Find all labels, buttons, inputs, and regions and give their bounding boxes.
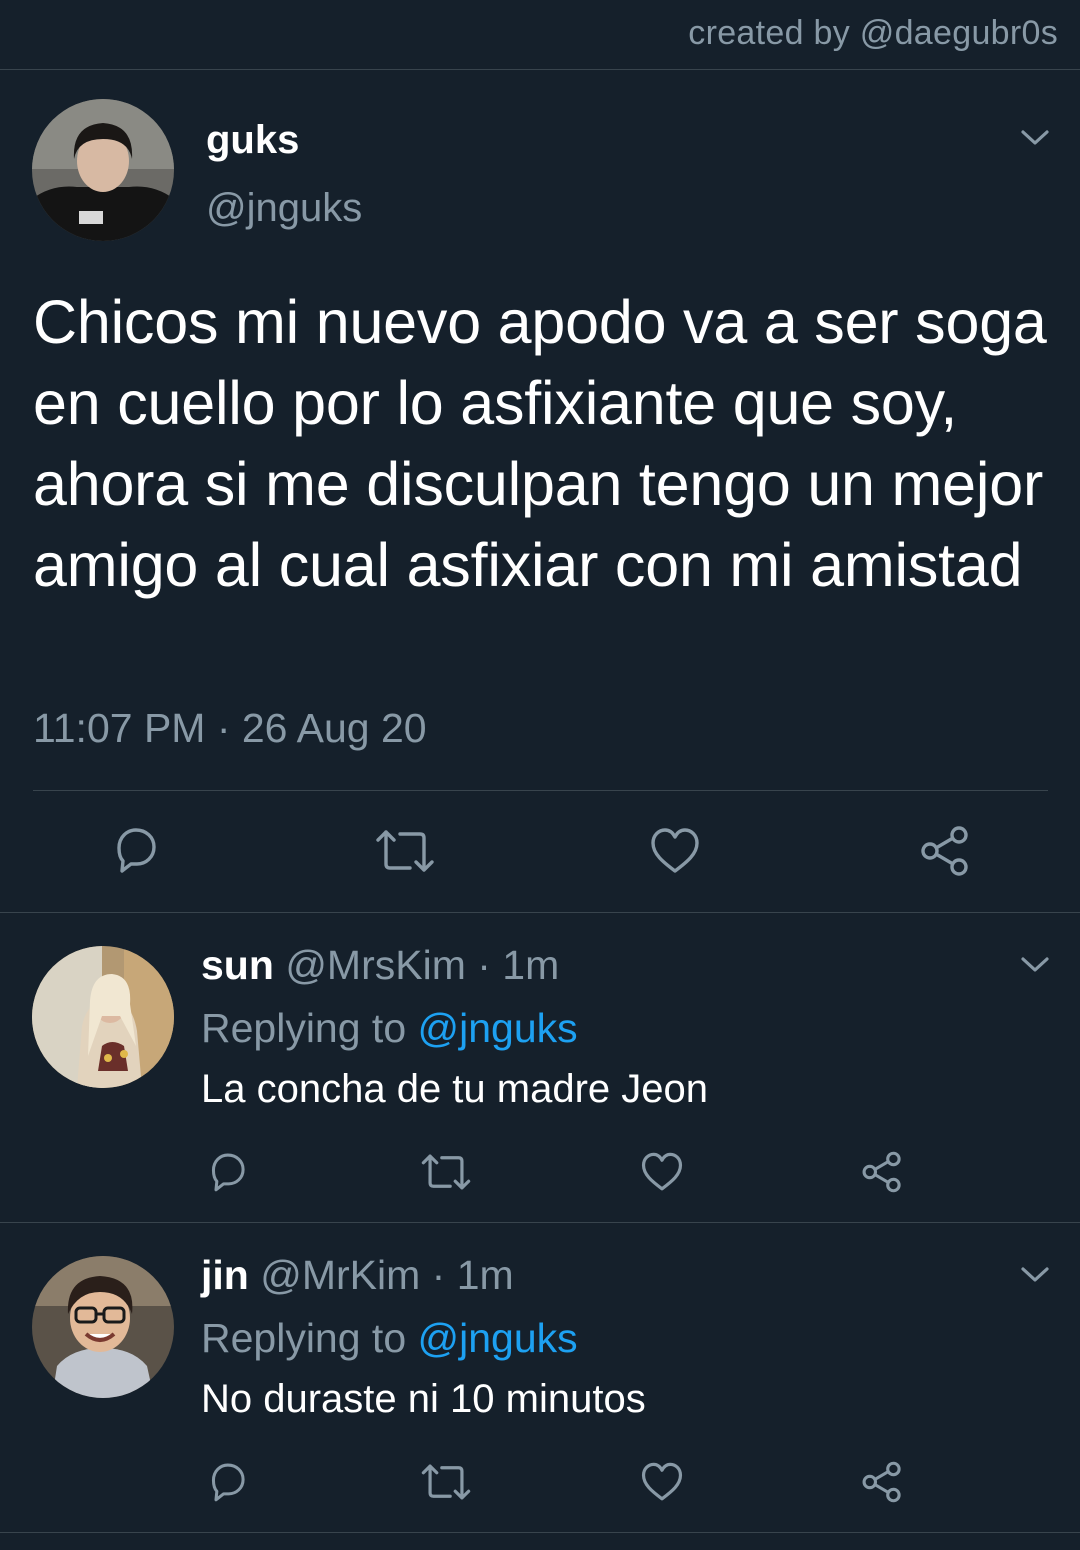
share-icon[interactable] [918, 824, 972, 878]
reply-divider [0, 1222, 1080, 1223]
tweet-author-handle[interactable]: @jnguks [206, 186, 362, 231]
reply-header: jin @MrKim · 1m [201, 1252, 514, 1299]
like-icon[interactable] [640, 1461, 684, 1503]
chevron-down-icon[interactable] [1020, 955, 1050, 975]
header-divider [0, 69, 1080, 70]
retweet-icon[interactable] [420, 1461, 472, 1503]
reply-icon[interactable] [205, 1150, 249, 1194]
like-icon[interactable] [649, 826, 701, 876]
reply-text: La concha de tu madre Jeon [201, 1067, 709, 1111]
credit-text: created by @daegubr0s [688, 14, 1058, 52]
avatar-jin[interactable] [32, 1256, 174, 1398]
reply-author-handle[interactable]: @MrKim [260, 1252, 420, 1298]
tweet-bottom-divider [0, 912, 1080, 913]
reply-separator: · [465, 942, 503, 988]
tweet-text: Chicos mi nuevo apodo va a ser soga en c… [33, 288, 1047, 599]
reply-time[interactable]: 1m [502, 942, 559, 988]
chevron-down-icon[interactable] [1020, 1265, 1050, 1285]
tweet-timestamp[interactable]: 11:07 PM · 26 Aug 20 [33, 705, 427, 752]
replying-to-label: Replying to [201, 1005, 418, 1051]
tweet-author-name[interactable]: guks [206, 118, 299, 163]
chevron-down-icon[interactable] [1020, 128, 1050, 148]
share-icon[interactable] [860, 1460, 904, 1504]
reply-divider [0, 1532, 1080, 1533]
replying-to: Replying to @jnguks [201, 1315, 578, 1362]
reply-mention-link[interactable]: @jnguks [418, 1315, 578, 1361]
reply-time[interactable]: 1m [457, 1252, 514, 1298]
reply-author-handle[interactable]: @MrsKim [285, 942, 466, 988]
reply-text: No duraste ni 10 minutos [201, 1377, 646, 1421]
like-icon[interactable] [640, 1151, 684, 1193]
retweet-icon[interactable] [420, 1151, 472, 1193]
replying-to: Replying to @jnguks [201, 1005, 578, 1052]
reply-icon[interactable] [205, 1460, 249, 1504]
avatar-sun[interactable] [32, 946, 174, 1088]
reply-author-name[interactable]: sun [201, 942, 274, 988]
reply-author-name[interactable]: jin [201, 1252, 249, 1298]
reply-header: sun @MrsKim · 1m [201, 942, 559, 989]
replying-to-label: Replying to [201, 1315, 418, 1361]
reply-separator: · [420, 1252, 457, 1298]
reply-mention-link[interactable]: @jnguks [418, 1005, 578, 1051]
retweet-icon[interactable] [374, 826, 436, 876]
avatar-guks[interactable] [32, 99, 174, 241]
tweet-divider [33, 790, 1048, 791]
share-icon[interactable] [860, 1150, 904, 1194]
reply-icon[interactable] [109, 824, 161, 876]
